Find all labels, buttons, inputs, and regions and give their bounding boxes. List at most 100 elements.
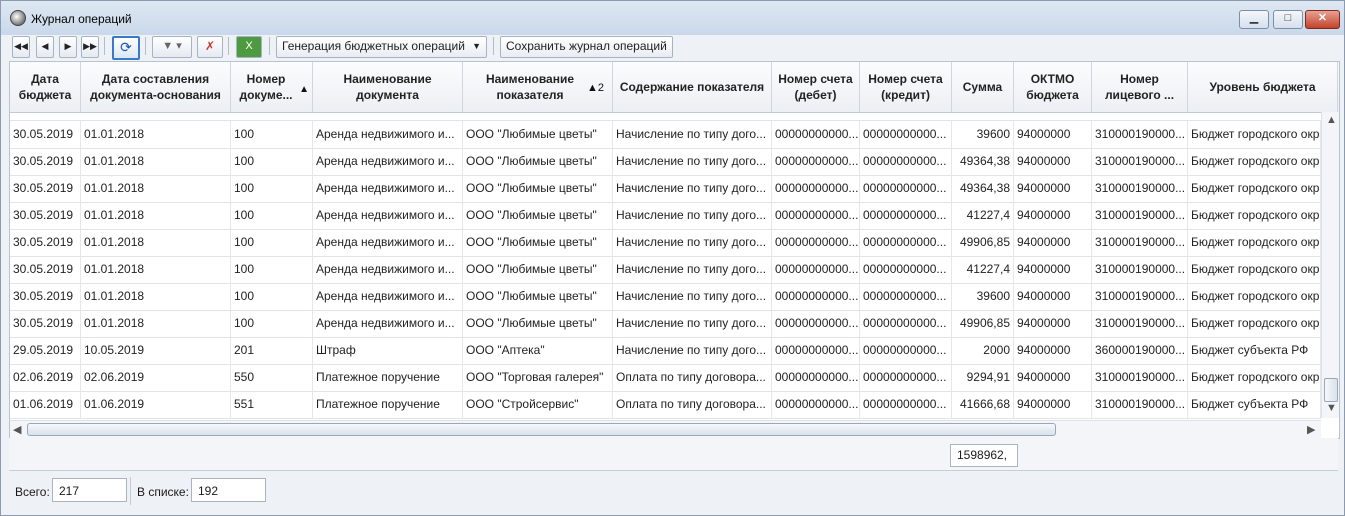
table-cell: 94000000 [1014, 310, 1092, 337]
table-cell: 49906,85 [952, 310, 1014, 337]
table-cell: Начисление по типу дого... [613, 148, 772, 175]
scroll-right-icon[interactable]: ▶ [1307, 423, 1315, 436]
table-row[interactable]: 30.05.2019 01.01.2018 100 Аренда недвижимог… [10, 283, 1321, 311]
table-cell: 30.05.2019 [10, 283, 81, 310]
table-cell: 01.01.2018 [81, 148, 231, 175]
column-header[interactable]: Номер лицевого ... [1092, 62, 1188, 112]
save-journal-button[interactable]: Сохранить журнал операций [500, 36, 673, 58]
table-cell: 10.05.2019 [81, 337, 231, 364]
first-page-icon[interactable]: ◀◀ [12, 36, 30, 58]
clear-filter-icon[interactable]: ✗ [197, 36, 223, 58]
horizontal-scrollbar[interactable]: ◀ ▶ [10, 420, 1321, 438]
column-header[interactable]: Наименование документа [313, 62, 463, 112]
maximize-button[interactable]: □ [1273, 10, 1303, 29]
table-cell: Начисление по типу дого... [613, 175, 772, 202]
table-cell: 310000190000... [1092, 283, 1188, 310]
column-header[interactable]: Номер счета (дебет) [772, 62, 860, 112]
horizontal-scroll-thumb[interactable] [27, 423, 1056, 436]
column-header[interactable]: Уровень бюджета [1188, 62, 1338, 112]
filter-icon[interactable]: ▼ ▾ [152, 36, 192, 58]
list-label: В списке: [137, 485, 189, 499]
table-cell: 00000000000... [860, 337, 952, 364]
table-cell: ООО "Стройсервис" [463, 391, 613, 418]
table-cell: 00000000000... [860, 364, 952, 391]
table-cell: 39600 [952, 283, 1014, 310]
table-cell: Начисление по типу дого... [613, 310, 772, 337]
next-icon[interactable]: ▶ [59, 36, 77, 58]
table-cell: 01.01.2018 [81, 175, 231, 202]
column-header[interactable]: Сумма [952, 62, 1014, 112]
column-header[interactable]: Номер счета (кредит) [860, 62, 952, 112]
table-cell: 02.06.2019 [81, 364, 231, 391]
table-cell: Аренда недвижимого и... [313, 148, 463, 175]
table-cell: Аренда недвижимого и... [313, 256, 463, 283]
table-row[interactable]: 30.05.2019 01.01.2018 100 Аренда недвижимог… [10, 256, 1321, 284]
excel-export-icon[interactable]: X [236, 36, 262, 58]
app-icon [10, 10, 26, 26]
title-bar: Журнал операций ▁ □ ✕ [1, 1, 1344, 35]
close-button[interactable]: ✕ [1305, 10, 1340, 29]
generate-operations-dropdown[interactable]: Генерация бюджетных операций ▼ [276, 36, 487, 58]
table-cell: Бюджет городского окр [1188, 283, 1321, 310]
table-cell: Аренда недвижимого и... [313, 229, 463, 256]
column-header[interactable]: Номер докуме... ▲ [231, 62, 313, 112]
table-cell: ООО "Любимые цветы" [463, 202, 613, 229]
table-cell: 49364,38 [952, 175, 1014, 202]
table-cell: 01.01.2018 [81, 202, 231, 229]
table-cell: 30.05.2019 [10, 148, 81, 175]
table-cell: ООО "Любимые цветы" [463, 148, 613, 175]
column-header[interactable]: ОКТМО бюджета [1014, 62, 1092, 112]
table-cell: Аренда недвижимого и... [313, 310, 463, 337]
table-cell: 310000190000... [1092, 229, 1188, 256]
table-header: Дата бюджета Дата составления документа-… [10, 62, 1339, 113]
table-cell: 00000000000... [772, 283, 860, 310]
table-cell: 00000000000... [772, 202, 860, 229]
vertical-scrollbar[interactable]: ▲ ▼ [1321, 112, 1339, 418]
toolbar-separator [145, 37, 146, 55]
table-cell: 00000000000... [772, 256, 860, 283]
prev-icon[interactable]: ◀ [36, 36, 54, 58]
table-cell: 2000 [952, 337, 1014, 364]
table-cell: 39600 [952, 121, 1014, 148]
scroll-down-icon[interactable]: ▼ [1326, 402, 1337, 414]
last-page-icon[interactable]: ▶▶ [81, 36, 99, 58]
column-header[interactable]: Наименование показателя ▲2 [463, 62, 613, 112]
table-cell: 100 [231, 283, 313, 310]
table-cell: 310000190000... [1092, 121, 1188, 148]
table-cell: 00000000000... [772, 229, 860, 256]
table-row[interactable]: 30.05.2019 01.01.2018 100 Аренда недвижимог… [10, 202, 1321, 230]
toolbar-separator [228, 37, 229, 55]
scroll-up-icon[interactable]: ▲ [1326, 114, 1337, 126]
table-cell: 310000190000... [1092, 364, 1188, 391]
table-cell: 100 [231, 121, 313, 148]
table-cell: 100 [231, 229, 313, 256]
status-bar: Всего: 217 В списке: 192 [9, 473, 1338, 509]
toolbar-separator [269, 37, 270, 55]
scroll-left-icon[interactable]: ◀ [13, 423, 21, 436]
table-row[interactable]: 30.05.2019 01.01.2018 100 Аренда недвижимог… [10, 310, 1321, 338]
table-row[interactable]: 01.06.2019 01.06.2019 551 Платежное поручен… [10, 391, 1321, 419]
table-cell: 29.05.2019 [10, 337, 81, 364]
column-header[interactable]: Дата составления документа-основания [81, 62, 231, 112]
column-header[interactable]: Дата бюджета [10, 62, 81, 112]
table-row[interactable]: 30.05.2019 01.01.2018 100 Аренда недвижимог… [10, 175, 1321, 203]
table-cell: 41666,68 [952, 391, 1014, 418]
refresh-icon[interactable]: ⟳ [112, 36, 140, 60]
table-row[interactable]: 02.06.2019 02.06.2019 550 Платежное поручен… [10, 364, 1321, 392]
table-row[interactable]: 30.05.2019 01.01.2018 100 Аренда недвижимог… [10, 229, 1321, 257]
table-cell: 30.05.2019 [10, 202, 81, 229]
table-row[interactable]: 30.05.2019 01.01.2018 100 Аренда недвижимог… [10, 121, 1321, 149]
column-header[interactable]: Содержание показателя [613, 62, 772, 112]
table-cell: Аренда недвижимого и... [313, 202, 463, 229]
minimize-button[interactable]: ▁ [1239, 10, 1269, 29]
table-cell: 100 [231, 256, 313, 283]
table-row[interactable]: 30.05.2019 01.01.2018 100 Аренда недвижимог… [10, 148, 1321, 176]
table-cell: 30.05.2019 [10, 256, 81, 283]
vertical-scroll-thumb[interactable] [1324, 378, 1338, 402]
table-cell: 00000000000... [860, 175, 952, 202]
table-cell: Бюджет городского окр [1188, 364, 1321, 391]
table-cell: 00000000000... [860, 283, 952, 310]
table-cell: 94000000 [1014, 175, 1092, 202]
table-cell: Бюджет городского окр [1188, 202, 1321, 229]
table-row[interactable]: 29.05.2019 10.05.2019 201 Штраф ООО "Аптека"… [10, 337, 1321, 365]
